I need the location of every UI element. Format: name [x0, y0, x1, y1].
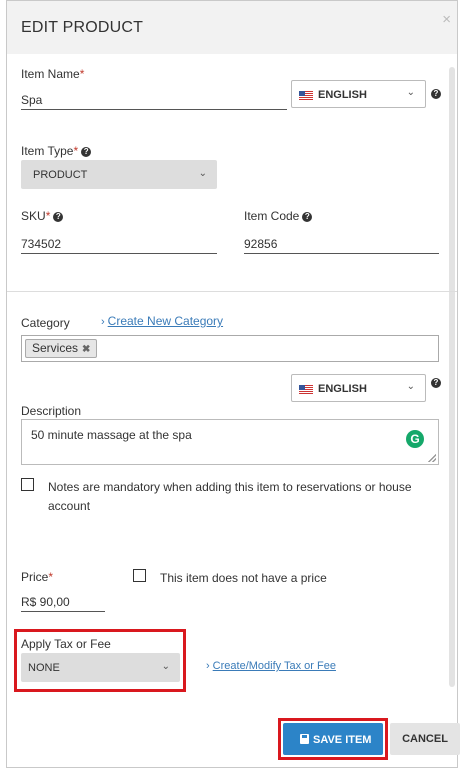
- help-icon[interactable]: ?: [431, 89, 441, 99]
- no-price-label: This item does not have a price: [160, 571, 327, 585]
- item-code-input[interactable]: [244, 234, 439, 254]
- modal-title: EDIT PRODUCT: [21, 19, 144, 36]
- description-label: Description: [21, 404, 82, 418]
- required-mark: *: [73, 144, 79, 158]
- sku-label-text: SKU: [21, 209, 46, 223]
- description-text: 50 minute massage at the spa: [31, 428, 192, 442]
- item-type-label-text: Item Type: [21, 144, 74, 158]
- price-label: Price*: [21, 570, 53, 584]
- save-item-button[interactable]: SAVE ITEM: [283, 723, 383, 755]
- chevron-down-icon: ⌄: [161, 661, 170, 672]
- help-icon[interactable]: ?: [431, 378, 441, 388]
- item-name-label-text: Item Name: [21, 67, 80, 81]
- notes-mandatory-checkbox[interactable]: [21, 478, 34, 491]
- help-icon[interactable]: ?: [302, 212, 313, 222]
- cancel-button[interactable]: CANCEL: [390, 723, 460, 755]
- sku-label: SKU*?: [21, 209, 64, 223]
- remove-tag-icon[interactable]: ✖: [82, 344, 90, 355]
- tax-select[interactable]: NONE ⌄: [21, 653, 180, 682]
- scrollbar[interactable]: [449, 67, 455, 687]
- item-type-label: Item Type*?: [21, 144, 92, 158]
- price-input[interactable]: [21, 592, 105, 612]
- required-mark: *: [45, 209, 51, 223]
- category-tag-label: Services: [32, 341, 79, 355]
- modify-tax-link-text[interactable]: Create/Modify Tax or Fee: [213, 660, 336, 672]
- item-type-value: PRODUCT: [33, 169, 88, 181]
- price-label-text: Price: [21, 570, 49, 584]
- chevron-down-icon: ⌄: [406, 381, 415, 392]
- required-mark: *: [79, 67, 85, 81]
- no-price-checkbox[interactable]: [133, 569, 146, 582]
- chevron-right-icon: ›: [101, 316, 105, 328]
- language-select[interactable]: ENGLISH ⌄: [291, 80, 426, 108]
- modify-tax-link[interactable]: › Create/Modify Tax or Fee: [206, 660, 336, 672]
- language-select-value: ENGLISH: [318, 383, 367, 395]
- category-tag: Services ✖: [25, 339, 98, 358]
- save-item-label: SAVE ITEM: [313, 734, 372, 746]
- close-icon[interactable]: ×: [442, 11, 451, 28]
- tax-select-value: NONE: [28, 662, 60, 674]
- chevron-down-icon: ⌄: [198, 168, 207, 179]
- create-category-link[interactable]: › Create New Category: [101, 314, 223, 328]
- help-icon[interactable]: ?: [53, 212, 64, 222]
- tax-label: Apply Tax or Fee: [21, 637, 111, 651]
- create-category-link-text[interactable]: Create New Category: [108, 314, 223, 328]
- save-icon: [300, 734, 309, 744]
- notes-mandatory-label: Notes are mandatory when adding this ite…: [48, 480, 412, 513]
- category-label: Category: [21, 316, 70, 330]
- sku-input[interactable]: [21, 234, 217, 254]
- item-name-input[interactable]: [21, 90, 287, 110]
- chevron-down-icon: ⌄: [406, 87, 415, 98]
- language-select[interactable]: ENGLISH ⌄: [291, 374, 426, 402]
- category-tag-input[interactable]: Services ✖: [21, 335, 439, 362]
- us-flag-icon: [299, 385, 313, 394]
- edit-product-modal: EDIT PRODUCT × Item Name* ENGLISH ⌄ ? It…: [6, 0, 460, 768]
- language-select-value: ENGLISH: [318, 89, 367, 101]
- section-divider: [7, 291, 457, 292]
- us-flag-icon: [299, 91, 313, 100]
- item-code-label: Item Code?: [244, 209, 313, 223]
- resize-handle-icon[interactable]: [428, 454, 436, 462]
- chevron-right-icon: ›: [206, 660, 210, 672]
- modal-header: EDIT PRODUCT ×: [7, 1, 457, 54]
- help-icon[interactable]: ?: [81, 147, 92, 157]
- item-name-label: Item Name*: [21, 67, 84, 81]
- item-code-label-text: Item Code: [244, 209, 300, 223]
- description-textarea[interactable]: 50 minute massage at the spa G: [21, 419, 439, 465]
- item-type-select[interactable]: PRODUCT ⌄: [21, 160, 217, 189]
- required-mark: *: [48, 570, 54, 584]
- grammarly-icon[interactable]: G: [406, 430, 424, 448]
